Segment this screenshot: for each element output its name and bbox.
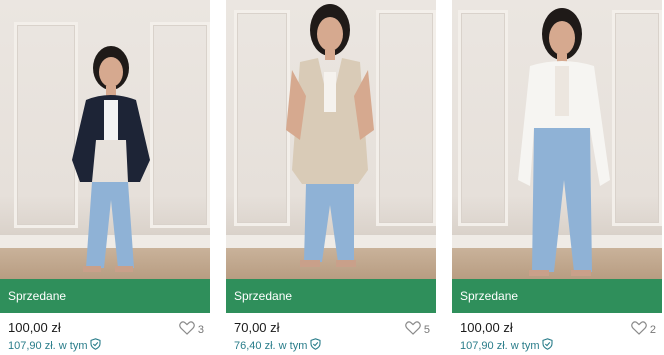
- price-with-protection-text: 76,40 zł. w tym: [234, 339, 308, 352]
- favourite-count: 2: [649, 323, 656, 336]
- favourite-button[interactable]: 3: [179, 321, 204, 338]
- favourite-count: 3: [197, 323, 204, 336]
- shield-check-icon: [310, 338, 321, 353]
- price-with-protection-text: 107,90 zł. w tym: [460, 339, 540, 352]
- heart-icon: [405, 321, 421, 338]
- product-card[interactable]: Sprzedane 100,00 zł 107,90 zł. w tym 2: [452, 0, 662, 355]
- product-photo[interactable]: [0, 0, 210, 279]
- heart-icon: [179, 321, 195, 338]
- shield-check-icon: [90, 338, 102, 353]
- item-price: 70,00 zł: [234, 320, 280, 335]
- product-photo[interactable]: [452, 0, 662, 279]
- product-card[interactable]: Sprzedane 70,00 zł 76,40 zł. w tym 5: [226, 0, 436, 355]
- price-with-protection[interactable]: 107,90 zł. w tym: [460, 338, 554, 353]
- item-price: 100,00 zł: [8, 320, 61, 335]
- favourite-button[interactable]: 2: [631, 321, 656, 338]
- sold-status-banner: Sprzedane: [226, 279, 436, 313]
- sold-status-banner: Sprzedane: [0, 279, 210, 313]
- price-with-protection[interactable]: 76,40 zł. w tym: [234, 338, 321, 353]
- product-photo[interactable]: [226, 0, 436, 279]
- favourite-count: 5: [423, 323, 430, 336]
- shield-check-icon: [542, 338, 554, 353]
- item-price: 100,00 zł: [460, 320, 513, 335]
- heart-icon: [631, 321, 647, 338]
- price-with-protection-text: 107,90 zł. w tym: [8, 339, 88, 352]
- price-with-protection[interactable]: 107,90 zł. w tym: [8, 338, 102, 353]
- favourite-button[interactable]: 5: [405, 321, 430, 338]
- sold-status-banner: Sprzedane: [452, 279, 662, 313]
- product-card[interactable]: Sprzedane 100,00 zł 107,90 zł. w tym 3: [0, 0, 210, 355]
